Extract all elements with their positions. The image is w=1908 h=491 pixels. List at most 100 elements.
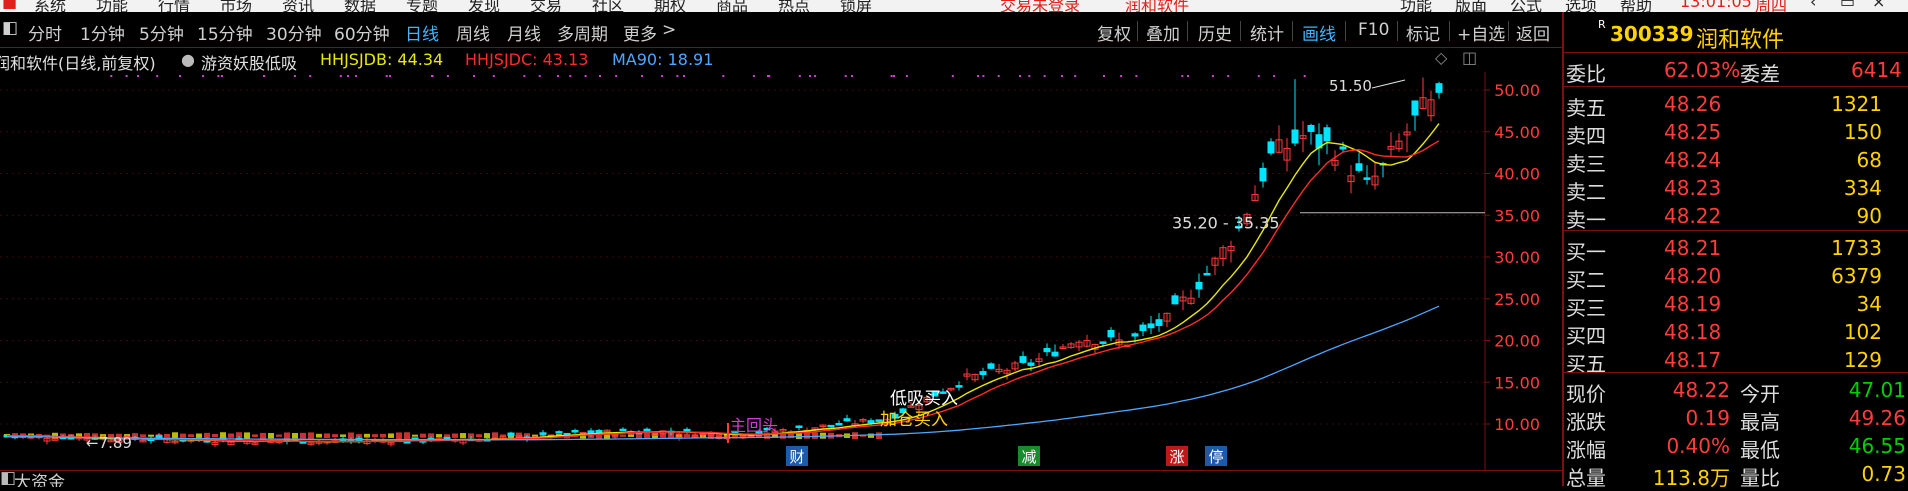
book-price: 48.24 <box>1664 148 1722 172</box>
signal-dot <box>431 75 433 77</box>
r-mark: R <box>1598 18 1606 31</box>
tab-30min[interactable]: 30分钟 <box>266 20 322 45</box>
signal-dot <box>890 75 893 77</box>
menu-item-topics[interactable]: 专题 <box>406 0 438 12</box>
signal-dot <box>221 75 223 77</box>
menu-right-function[interactable]: 功能 <box>1400 0 1432 12</box>
volume-bar <box>812 432 818 439</box>
panel-toggle-icon[interactable]: ◧ <box>2 18 18 38</box>
menu-item-lock[interactable]: 锁屏 <box>840 0 872 12</box>
btn-overlay[interactable]: 叠加 <box>1146 20 1180 45</box>
menu-item-news[interactable]: 资讯 <box>282 0 314 12</box>
ask-row-4[interactable]: 卖四 48.25 150 <box>1564 118 1908 148</box>
menu-right-options[interactable]: 选项 <box>1565 0 1597 12</box>
window-minimize-icon[interactable]: ▭ <box>1840 0 1855 11</box>
tab-5min[interactable]: 5分钟 <box>139 20 184 45</box>
candle-body <box>155 435 163 439</box>
ask-row-3[interactable]: 卖三 48.24 68 <box>1564 146 1908 176</box>
ask-row-5[interactable]: 卖五 48.26 1321 <box>1564 90 1908 120</box>
volume-bar <box>412 434 418 437</box>
book-volume: 90 <box>1856 204 1882 228</box>
window-close-icon[interactable]: × <box>1872 0 1885 11</box>
indicator-toggle-icon[interactable]: ● <box>181 50 195 69</box>
chevron-right-icon[interactable]: > <box>662 20 676 40</box>
menu-item-data[interactable]: 数据 <box>344 0 376 12</box>
signal-dot <box>641 75 643 77</box>
signal-dot <box>202 75 205 77</box>
menu-item-hotspot[interactable]: 热点 <box>778 0 810 12</box>
btn-stats[interactable]: 统计 <box>1250 20 1284 45</box>
candle-body <box>1195 281 1203 290</box>
book-volume: 129 <box>1843 348 1882 372</box>
bid-row-4[interactable]: 买四 48.18 102 <box>1564 318 1908 348</box>
menu-item-system[interactable]: 系统 <box>34 0 66 12</box>
candle-body <box>595 430 603 434</box>
bid-row-1[interactable]: 买一 48.21 1733 <box>1564 234 1908 264</box>
btn-history[interactable]: 历史 <box>1198 20 1232 45</box>
stat-v2: 46.55 <box>1848 434 1906 458</box>
menu-item-commodity[interactable]: 商品 <box>716 0 748 12</box>
stat-l1: 总量 <box>1566 466 1606 490</box>
bid-row-3[interactable]: 买三 48.19 34 <box>1564 290 1908 320</box>
bid-row-5[interactable]: 买五 48.17 129 <box>1564 346 1908 376</box>
tab-daily[interactable]: 日线 <box>405 20 439 45</box>
menu-item-options[interactable]: 期权 <box>654 0 686 12</box>
volume-bar <box>268 433 274 439</box>
tab-more[interactable]: 更多 <box>623 20 657 45</box>
volume-bar <box>644 432 650 439</box>
tab-timeshare[interactable]: 分时 <box>28 20 62 45</box>
menu-item-trade[interactable]: 交易 <box>530 0 562 12</box>
signal-dot <box>584 75 587 77</box>
stat-row: 涨跌 0.19 最高 49.26 <box>1564 404 1908 434</box>
candle-body <box>1203 272 1211 276</box>
tab-weekly[interactable]: 周线 <box>456 20 490 45</box>
candle-body <box>555 431 563 434</box>
back-arrow-icon[interactable]: ‹ <box>1810 0 1816 11</box>
quote-header: R 300339 润和软件 <box>1564 12 1908 53</box>
stock-name: 润和软件 <box>1696 28 1785 53</box>
candle-body <box>827 424 835 428</box>
volume-bar <box>180 433 186 438</box>
candle-body <box>1267 141 1275 154</box>
weibi-value: 62.03% <box>1664 58 1741 82</box>
tab-monthly[interactable]: 月线 <box>507 20 541 45</box>
tab-1min[interactable]: 1分钟 <box>80 20 125 45</box>
menu-item-quotes[interactable]: 行情 <box>158 0 190 12</box>
menu-right-layout[interactable]: 版面 <box>1455 0 1487 12</box>
bid-row-2[interactable]: 买二 48.20 6379 <box>1564 262 1908 292</box>
btn-drawline[interactable]: 画线 <box>1302 20 1336 45</box>
signal-dot <box>110 75 113 77</box>
candle-body <box>843 418 851 422</box>
diamond-icon[interactable]: ◇ <box>1435 48 1447 67</box>
btn-adjust[interactable]: 复权 <box>1097 20 1131 45</box>
tab-60min[interactable]: 60分钟 <box>334 20 390 45</box>
menu-item-discover[interactable]: 发现 <box>468 0 500 12</box>
signal-dot <box>1120 75 1123 77</box>
menu-item-market[interactable]: 市场 <box>220 0 252 12</box>
btn-back[interactable]: 返回 <box>1516 20 1550 45</box>
book-price: 48.18 <box>1664 320 1722 344</box>
volume-bar <box>228 433 234 438</box>
tick-label: 35.00 <box>1494 206 1540 225</box>
tab-multiperiod[interactable]: 多周期 <box>557 20 608 45</box>
ask-row-1[interactable]: 卖一 48.22 90 <box>1564 202 1908 232</box>
btn-mark[interactable]: 标记 <box>1406 20 1440 45</box>
menu-item-function[interactable]: 功能 <box>96 0 128 12</box>
signal-dot <box>905 75 908 77</box>
candle-body <box>619 428 627 432</box>
stat-l2: 今开 <box>1740 382 1780 406</box>
panel-split-icon[interactable]: ◫ <box>1462 48 1477 67</box>
tab-15min[interactable]: 15分钟 <box>197 20 253 45</box>
volume-bar <box>316 433 322 438</box>
kline-chart[interactable]: 50.00 45.00 40.00 35.00 30.00 25.00 20.00 15.00… <box>0 48 1562 470</box>
menu-item-community[interactable]: 社区 <box>592 0 624 12</box>
login-alert[interactable]: 交易未登录 <box>1000 0 1080 12</box>
menu-right-help[interactable]: 帮助 <box>1620 0 1652 12</box>
btn-f10[interactable]: F10 <box>1358 20 1389 40</box>
btn-add-watchlist[interactable]: +自选 <box>1457 20 1505 45</box>
indicator-name[interactable]: 游资妖股低吸 <box>201 50 297 74</box>
menu-right-formula[interactable]: 公式 <box>1510 0 1542 12</box>
signal-dot <box>347 75 349 77</box>
candle-body <box>1027 362 1035 366</box>
ask-row-2[interactable]: 卖二 48.23 334 <box>1564 174 1908 204</box>
